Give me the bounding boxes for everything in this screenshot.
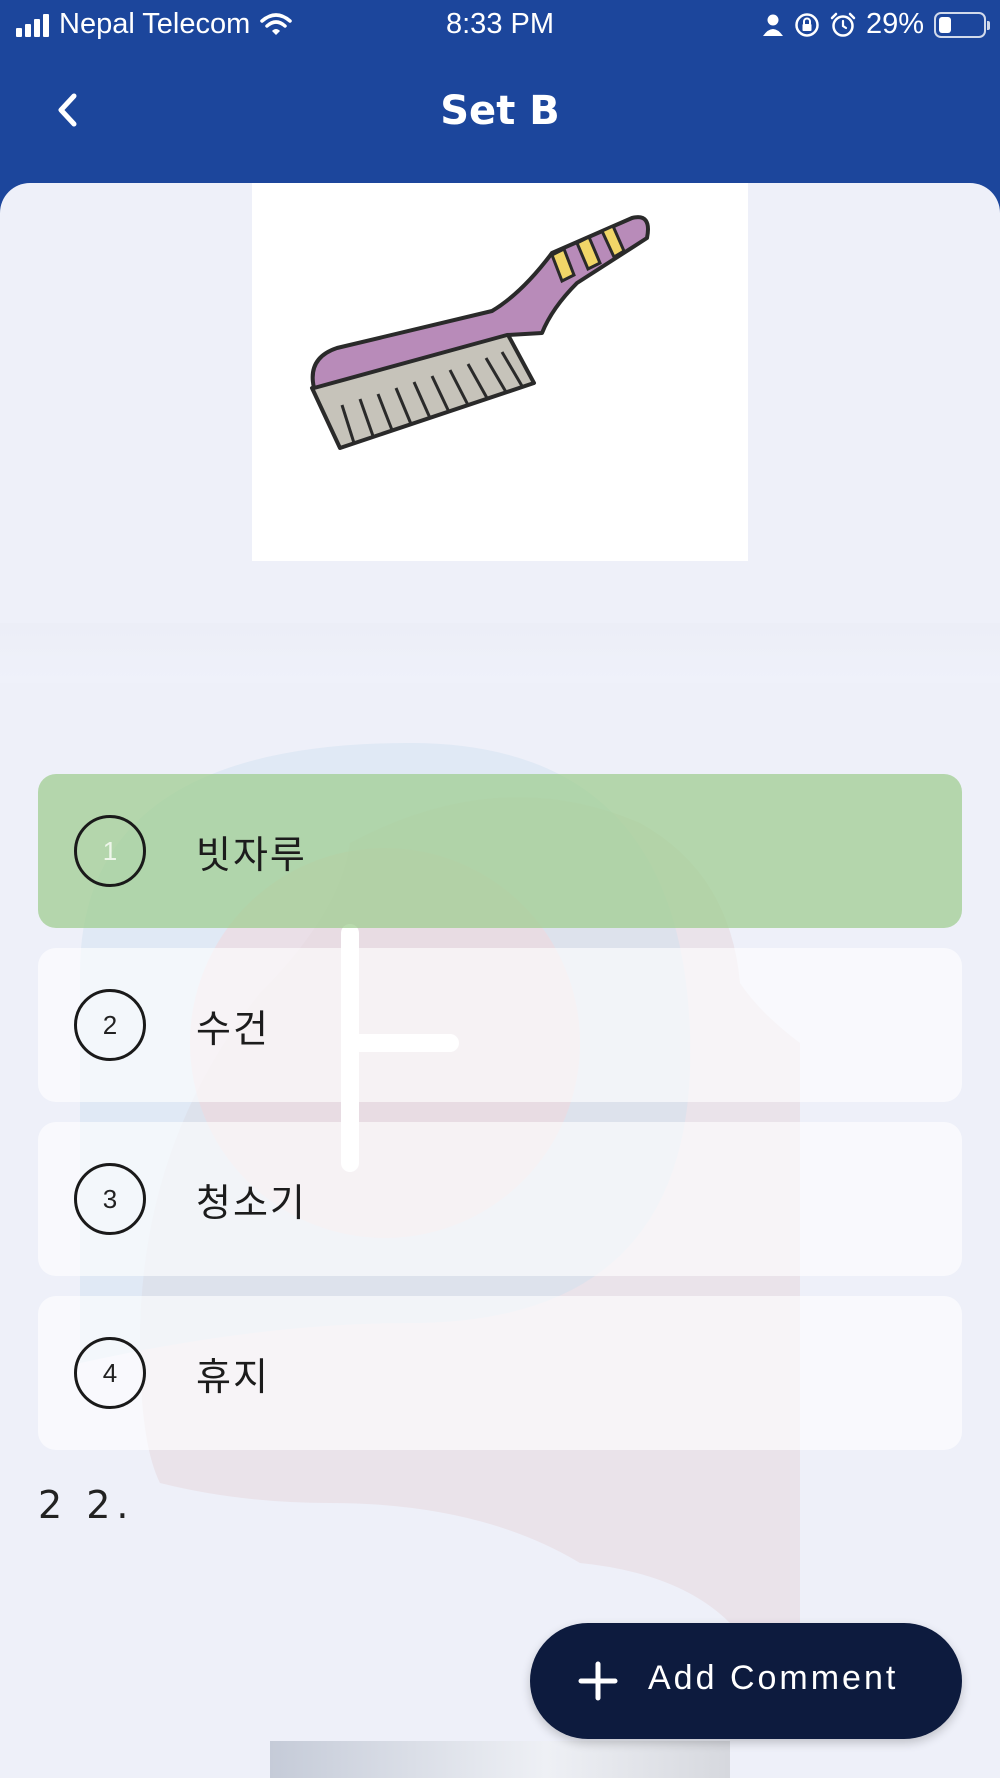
status-right: 29% (762, 8, 990, 41)
battery-icon (934, 11, 990, 38)
option-text: 휴지 (196, 1355, 270, 1399)
status-bar: Nepal Telecom 8:33 PM 29% (0, 0, 1000, 52)
add-comment-label: Add Comment (648, 1659, 899, 1697)
option-2[interactable]: 2 수건 (38, 948, 962, 1102)
option-number: 4 (74, 1337, 146, 1409)
question-image (252, 183, 748, 561)
nav-bar: Set B (0, 52, 1000, 182)
question-content: 1 빗자루 2 수건 3 청소기 4 휴지 2 2. Add Comment (0, 183, 1000, 1778)
battery-level (939, 16, 952, 33)
page-title: Set B (440, 88, 560, 134)
option-4[interactable]: 4 휴지 (38, 1296, 962, 1450)
option-text: 수건 (196, 1007, 270, 1051)
option-text: 빗자루 (196, 833, 307, 877)
divider-band (0, 623, 1000, 683)
next-question-label: 2 2. (38, 1483, 135, 1527)
option-number: 2 (74, 989, 146, 1061)
brush-illustration (310, 215, 650, 450)
option-text: 청소기 (196, 1181, 307, 1225)
rotation-lock-icon (795, 12, 819, 37)
battery-percent: 29% (865, 8, 924, 40)
person-icon (762, 14, 783, 36)
option-number: 1 (74, 815, 146, 887)
option-number: 3 (74, 1163, 146, 1235)
alarm-icon (830, 12, 856, 37)
option-3[interactable]: 3 청소기 (38, 1122, 962, 1276)
add-comment-button[interactable]: Add Comment (530, 1623, 962, 1739)
option-1[interactable]: 1 빗자루 (38, 774, 962, 928)
next-question-image (270, 1741, 730, 1778)
plus-icon (578, 1661, 618, 1701)
